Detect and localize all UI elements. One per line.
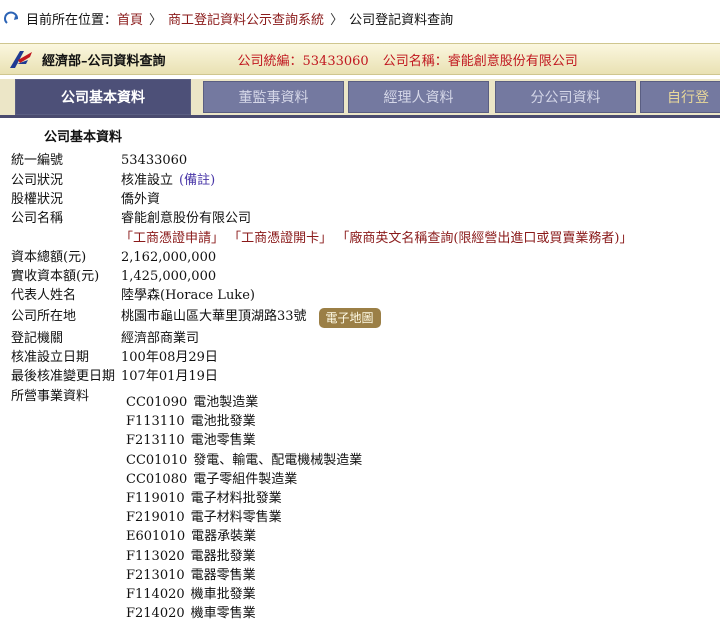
business-desc: 電器承裝業	[191, 529, 257, 545]
business-item: F119010 電子材料批發業	[126, 489, 362, 508]
company-name-links: 「工商憑證申請」 「工商憑證開卡」 「廠商英文名稱查詢(限經營出進口或買賣業務者…	[120, 230, 632, 248]
business-desc: 電池批發業	[190, 414, 256, 430]
tab-self-registration[interactable]: 自行登	[640, 81, 720, 113]
field-label: 公司狀況	[11, 173, 64, 188]
field-capital-paid: 實收資本額(元) 1,425,000,000	[11, 268, 216, 286]
field-value: 桃園市龜山區大華里頂湖路33號	[121, 309, 307, 324]
field-value: 100年08月29日	[121, 350, 218, 365]
business-code: F113020	[126, 548, 185, 564]
business-desc: 發電、輸電、配電機械製造業	[193, 452, 363, 468]
cert-activate-link[interactable]: 「工商憑證開卡」	[228, 231, 332, 246]
business-code: F114020	[126, 587, 185, 603]
field-label: 核准設立日期	[11, 350, 90, 365]
status-note-link[interactable]: (備註)	[179, 172, 215, 190]
banner-company-name: 公司名稱：睿能創意股份有限公司	[382, 53, 578, 69]
business-item: E601010 電器承裝業	[126, 527, 362, 546]
field-tax-id: 統一編號 53433060	[11, 152, 187, 170]
business-code: E601010	[126, 529, 186, 545]
field-value: 經濟部商業司	[121, 331, 200, 346]
business-desc: 電子零組件製造業	[193, 471, 298, 487]
field-company-status: 公司狀況 核准設立 (備註)	[11, 172, 215, 190]
business-desc: 機車批發業	[190, 587, 256, 603]
field-label: 統一編號	[11, 153, 64, 168]
breadcrumb-home-link[interactable]: 首頁	[117, 9, 143, 28]
field-label: 最後核准變更日期	[11, 369, 116, 384]
english-name-query-link[interactable]: 「廠商英文名稱查詢(限經營出進口或買賣業務者)」	[336, 231, 632, 246]
banner-title: 經濟部–公司資料查詢	[42, 53, 166, 69]
field-label: 股權狀況	[11, 192, 64, 207]
breadcrumb-current: 公司登記資料查詢	[349, 12, 454, 28]
tab-company-basic[interactable]: 公司基本資料	[15, 79, 191, 115]
field-label: 實收資本額(元)	[11, 269, 100, 284]
tab-branches[interactable]: 分公司資料	[495, 81, 636, 113]
field-business: 所營事業資料	[11, 388, 121, 406]
field-label: 代表人姓名	[11, 288, 77, 303]
business-code: F219010	[126, 510, 185, 526]
field-label: 資本總額(元)	[11, 250, 87, 265]
business-item: F113020 電器批發業	[126, 547, 362, 566]
business-item: F114020 機車批發業	[126, 585, 362, 604]
business-list: CC01090 電池製造業 F113110 電池批發業 F213110 電池零售業 CC01…	[126, 393, 362, 623]
business-desc: 電池零售業	[190, 433, 256, 449]
page-banner: 經濟部–公司資料查詢 公司統編：53433060 公司名稱：睿能創意股份有限公司	[0, 43, 720, 75]
field-authority: 登記機關 經濟部商業司	[11, 330, 199, 348]
business-item: CC01080 電子零組件製造業	[126, 470, 362, 489]
field-label: 登記機關	[11, 331, 64, 346]
section-title: 公司基本資料	[44, 130, 123, 145]
field-representative: 代表人姓名 陸學森(Horace Luke)	[11, 287, 255, 305]
field-value: 陸學森(Horace Luke)	[121, 288, 255, 303]
business-desc: 機車零售業	[190, 606, 256, 622]
field-last-change-date: 最後核准變更日期 107年01月19日	[11, 368, 218, 386]
business-item: F213010 電器零售業	[126, 566, 362, 585]
business-desc: 電器批發業	[190, 548, 256, 564]
field-company-name: 公司名稱 睿能創意股份有限公司	[11, 210, 251, 228]
business-desc: 電子材料批發業	[190, 491, 282, 507]
business-code: F214020	[126, 606, 185, 622]
tab-bar: 公司基本資料 董監事資料 經理人資料 分公司資料 自行登	[0, 79, 720, 118]
business-code: CC01090	[126, 395, 188, 410]
business-item: F113110 電池批發業	[126, 412, 362, 431]
field-label: 公司所在地	[11, 309, 77, 324]
business-code: F119010	[126, 491, 185, 507]
business-desc: 電器零售業	[190, 567, 256, 583]
field-label: 公司名稱	[11, 211, 64, 226]
field-label: 所營事業資料	[11, 389, 90, 404]
cert-apply-link[interactable]: 「工商憑證申請」	[120, 231, 224, 246]
business-desc: 電子材料零售業	[190, 510, 282, 526]
tab-managers[interactable]: 經理人資料	[348, 81, 489, 113]
field-capital-total: 資本總額(元) 2,162,000,000	[11, 249, 216, 267]
breadcrumb-system-link[interactable]: 商工登記資料公示查詢系統	[168, 9, 324, 28]
map-button[interactable]: 電子地圖	[318, 308, 381, 328]
breadcrumb-prefix: 目前所在位置：	[26, 12, 118, 28]
business-item: F213110 電池零售業	[126, 431, 362, 450]
breadcrumb-separator: 〉	[149, 12, 163, 28]
business-item: F219010 電子材料零售業	[126, 508, 362, 527]
business-code: CC01010	[126, 452, 188, 468]
field-address: 公司所在地 桃園市龜山區大華里頂湖路33號 電子地圖	[11, 308, 381, 328]
business-code: F213010	[126, 567, 185, 583]
banner-company-id: 公司統編：53433060	[237, 53, 369, 69]
business-code: CC01080	[126, 471, 188, 487]
field-value: 核准設立	[121, 173, 174, 188]
business-item: CC01010 發電、輸電、配電機械製造業	[126, 451, 362, 470]
field-value: 僑外資	[121, 192, 161, 207]
field-value: 1,425,000,000	[121, 269, 217, 284]
field-value: 睿能創意股份有限公司	[121, 211, 252, 226]
business-code: F113110	[126, 414, 185, 430]
business-desc: 電池製造業	[193, 395, 259, 410]
business-item: F214020 機車零售業	[126, 604, 362, 623]
business-code: F213110	[126, 433, 185, 449]
business-item: CC01090 電池製造業	[126, 393, 362, 412]
breadcrumb-separator: 〉	[330, 12, 344, 28]
home-icon[interactable]	[4, 10, 20, 26]
field-value: 2,162,000,000	[121, 250, 217, 265]
tab-directors[interactable]: 董監事資料	[203, 81, 344, 113]
field-approval-date: 核准設立日期 100年08月29日	[11, 349, 218, 367]
field-value: 53433060	[121, 153, 188, 168]
field-equity-status: 股權狀況 僑外資	[11, 191, 160, 209]
moea-logo-icon	[10, 51, 32, 68]
breadcrumb: 目前所在位置： 首頁 〉 商工登記資料公示查詢系統 〉 公司登記資料查詢	[0, 0, 720, 36]
field-value: 107年01月19日	[121, 369, 218, 384]
